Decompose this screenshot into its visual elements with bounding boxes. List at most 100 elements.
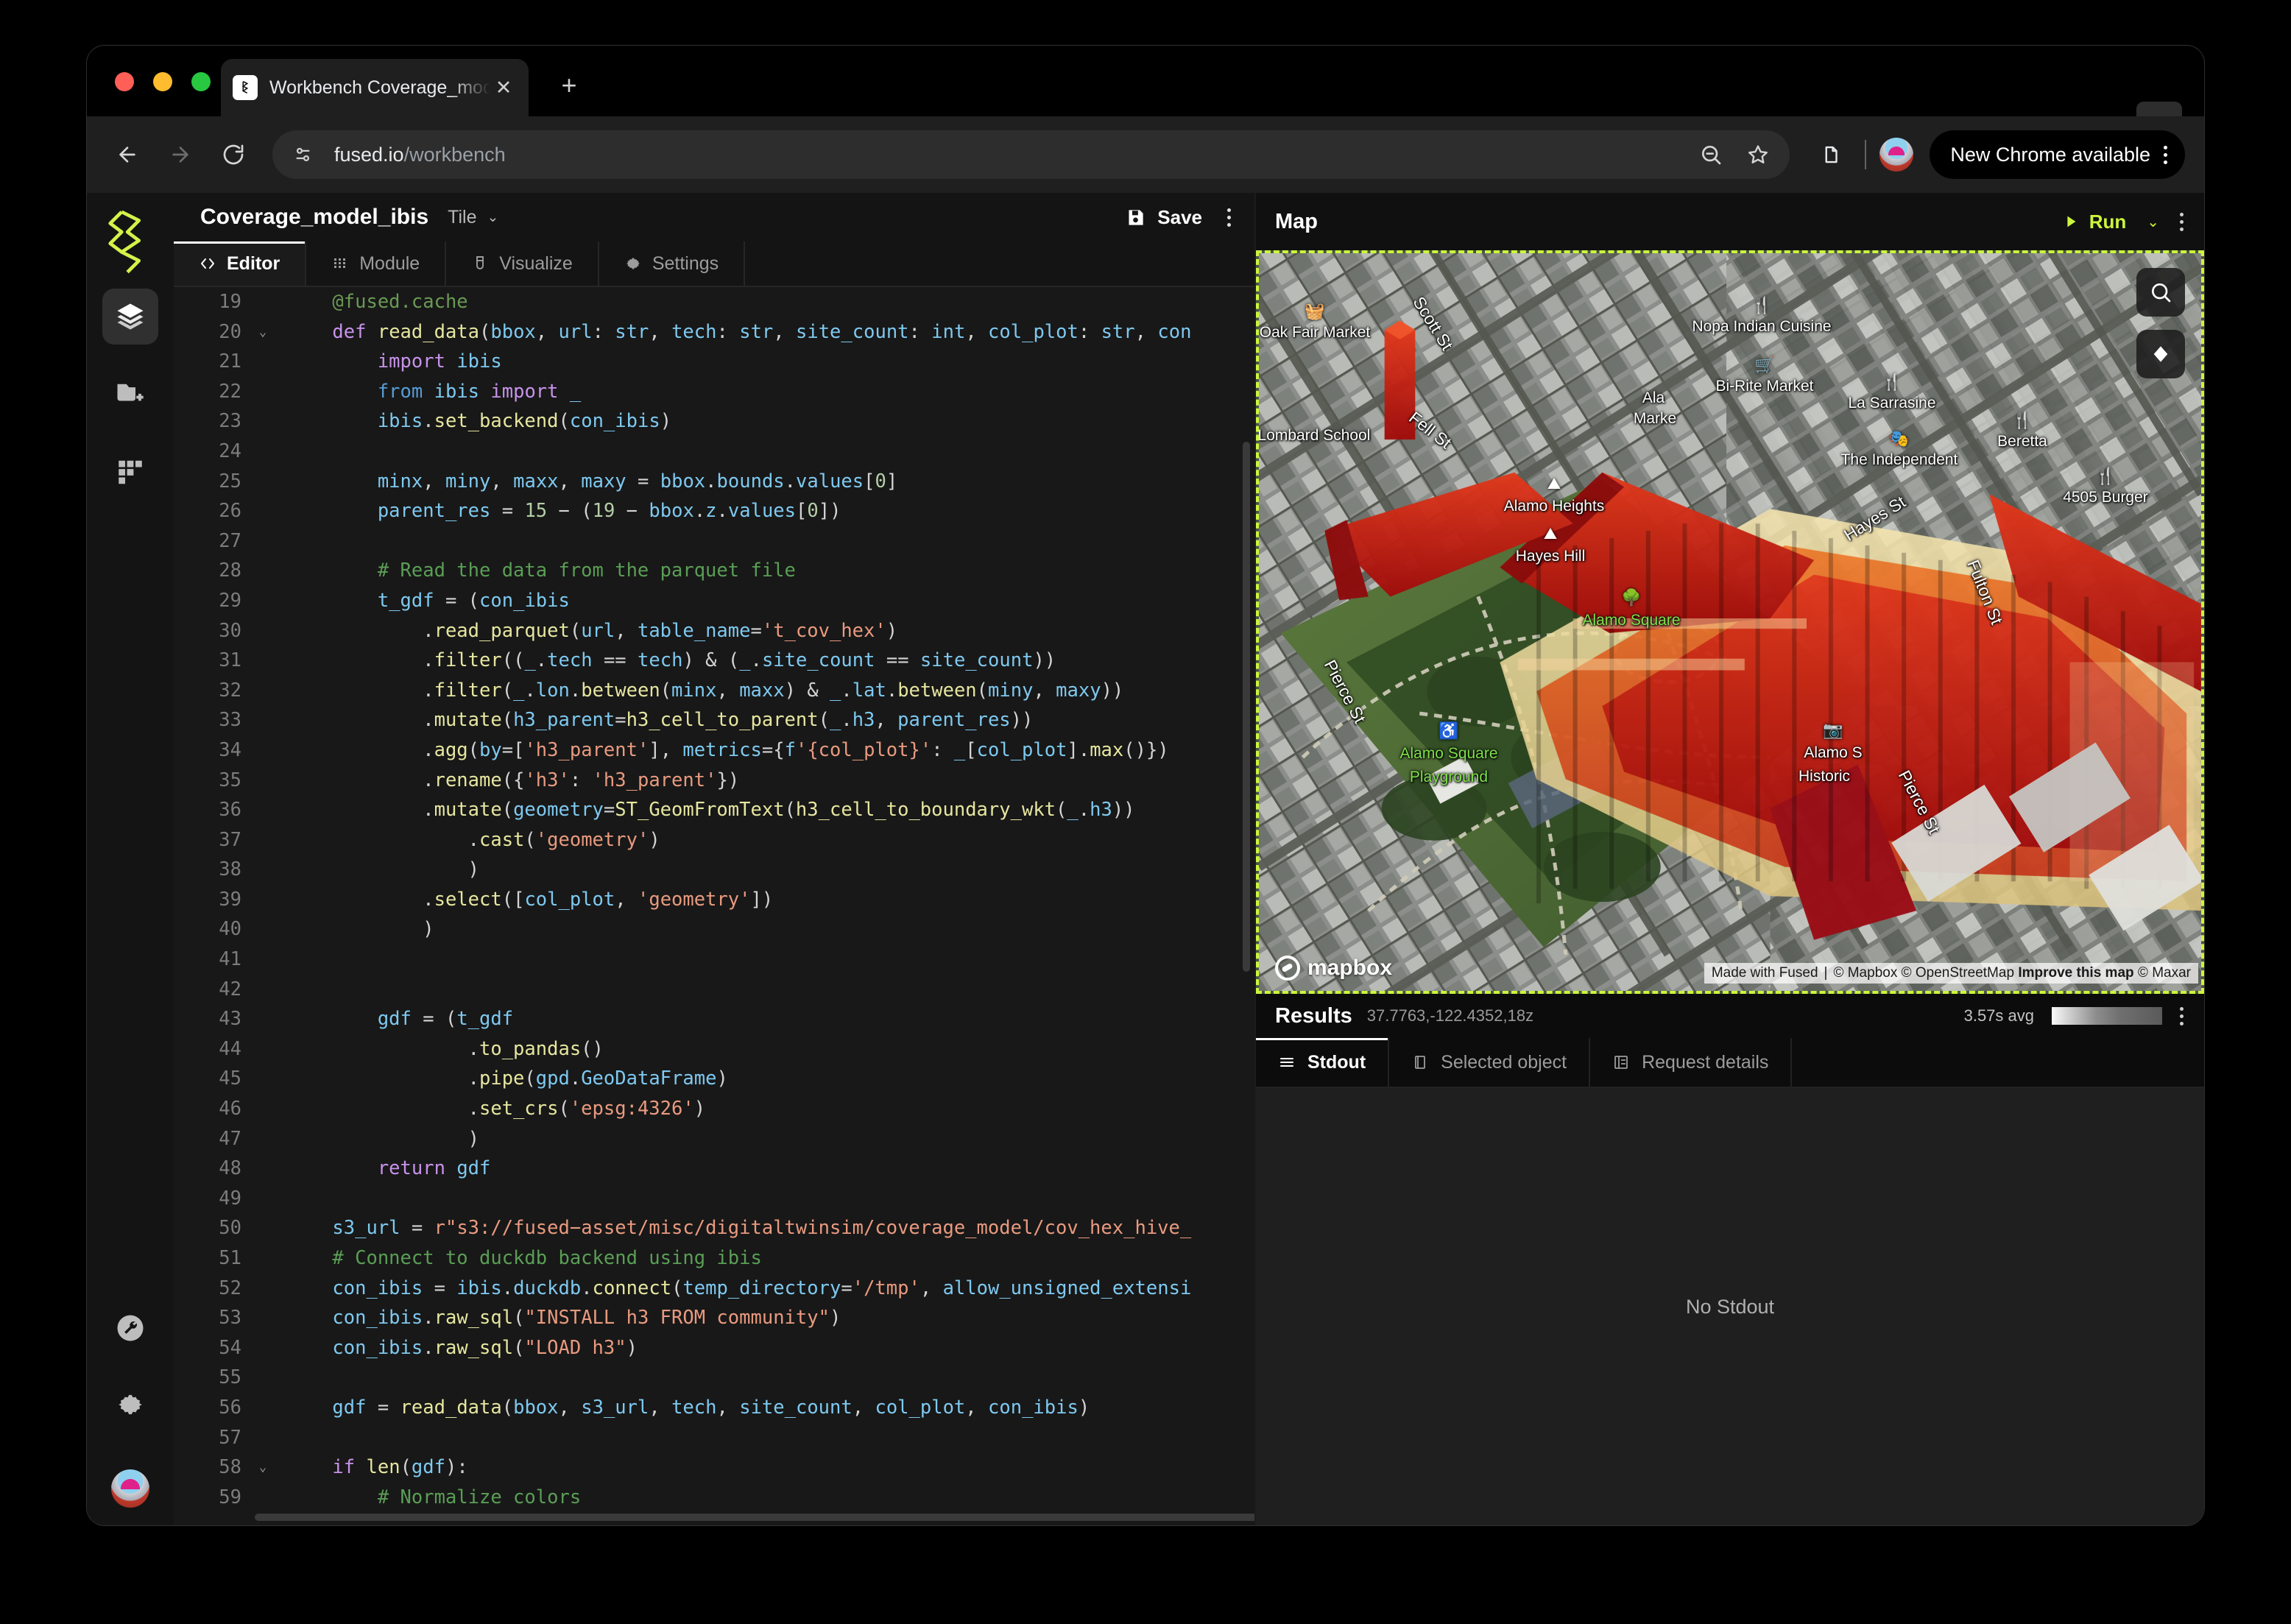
code-line[interactable]: 28 # Read the data from the parquet file xyxy=(174,556,1254,586)
maximize-window-button[interactable] xyxy=(191,72,211,91)
code-line[interactable]: 38 ) xyxy=(174,855,1254,885)
code-line[interactable]: 58 ⌄ if len(gdf): xyxy=(174,1452,1254,1483)
code-content[interactable]: 19 @fused.cache 20 ⌄ def read_data(bbox, u… xyxy=(174,287,1254,1525)
address-bar[interactable]: fused.io/workbench xyxy=(272,130,1790,179)
code-line[interactable]: 45 .pipe(gpd.GeoDataFrame) xyxy=(174,1064,1254,1094)
profile-avatar[interactable] xyxy=(1879,138,1914,172)
code-line[interactable]: 20 ⌄ def read_data(bbox, url: str, tech: … xyxy=(174,317,1254,347)
tab-request-details[interactable]: Request details xyxy=(1590,1038,1793,1087)
minimize-window-button[interactable] xyxy=(153,72,172,91)
code-line-number: 30 xyxy=(219,619,241,642)
code-line[interactable]: 31 .filter((_.tech == tech) & (_.site_co… xyxy=(174,646,1254,676)
code-line[interactable]: 22 from ibis import _ xyxy=(174,377,1254,407)
code-fold-toggle-icon[interactable]: ⌄ xyxy=(253,1452,272,1483)
code-line[interactable]: 53 con_ibis.raw_sql("INSTALL h3 FROM com… xyxy=(174,1303,1254,1333)
tab-stdout[interactable]: Stdout xyxy=(1256,1038,1390,1087)
map-layers-button[interactable] xyxy=(2136,330,2185,378)
tab-editor[interactable]: Editor xyxy=(174,241,307,286)
code-line[interactable]: 21 import ibis xyxy=(174,347,1254,377)
code-line[interactable]: 39 .select([col_plot, 'geometry']) xyxy=(174,885,1254,915)
code-line[interactable]: 46 .set_crs('epsg:4326') xyxy=(174,1094,1254,1124)
tab-module[interactable]: Module xyxy=(306,241,447,286)
attribution-osm[interactable]: © OpenStreetMap xyxy=(1902,965,2014,981)
site-settings-icon[interactable] xyxy=(284,136,321,173)
map-panel-title: Map xyxy=(1275,209,1318,233)
map-coordinates: 37.7763,-122.4352,18z xyxy=(1366,1006,1534,1025)
code-line[interactable]: 27 xyxy=(174,526,1254,557)
code-line[interactable]: 52 con_ibis = ibis.duckdb.connect(temp_d… xyxy=(174,1274,1254,1304)
code-line[interactable]: 50 s3_url = r"s3://fused−asset/misc/digi… xyxy=(174,1213,1254,1243)
code-line[interactable]: 23 ibis.set_backend(con_ibis) xyxy=(174,406,1254,437)
bookmark-star-icon[interactable] xyxy=(1737,133,1779,176)
zoom-out-icon[interactable] xyxy=(1690,133,1732,176)
code-line[interactable]: 30 .read_parquet(url, table_name='t_cov_… xyxy=(174,616,1254,646)
editor-header: Coverage_model_ibis Tile ⌄ Save xyxy=(174,193,1254,241)
code-line[interactable]: 29 t_gdf = (con_ibis xyxy=(174,586,1254,616)
extensions-icon[interactable] xyxy=(1810,134,1851,175)
code-line[interactable]: 35 .rename({'h3': 'h3_parent'}) xyxy=(174,766,1254,796)
code-fold-toggle-icon xyxy=(253,1124,272,1154)
save-button[interactable]: Save xyxy=(1126,206,1202,229)
code-line[interactable]: 59 # Normalize colors xyxy=(174,1483,1254,1513)
map-search-button[interactable] xyxy=(2136,268,2185,317)
chevron-down-icon[interactable]: ⌄ xyxy=(487,209,498,226)
code-line-number: 24 xyxy=(219,439,241,462)
sidebar-item-tools[interactable] xyxy=(102,1300,158,1356)
code-line[interactable]: 32 .filter(_.lon.between(minx, maxx) & _… xyxy=(174,676,1254,706)
editor-more-menu-icon[interactable] xyxy=(1227,208,1231,227)
attribution-improve-map[interactable]: Improve this map xyxy=(2018,965,2133,981)
code-line[interactable]: 57 xyxy=(174,1423,1254,1453)
map-viewport[interactable]: Scott St Fell St Pierce St Hayes St Fult… xyxy=(1256,250,2204,994)
code-line[interactable]: 51 # Connect to duckdb backend using ibi… xyxy=(174,1243,1254,1274)
code-line[interactable]: 34 .agg(by=['h3_parent'], metrics={f'{co… xyxy=(174,735,1254,766)
run-chevron-down-icon[interactable]: ⌄ xyxy=(2147,213,2159,231)
new-chrome-available-button[interactable]: New Chrome available xyxy=(1930,130,2185,179)
code-line[interactable]: 25 minx, miny, maxx, maxy = bbox.bounds.… xyxy=(174,467,1254,497)
sidebar-item-layers[interactable] xyxy=(102,289,158,345)
code-line[interactable]: 56 gdf = read_data(bbox, s3_url, tech, s… xyxy=(174,1393,1254,1423)
code-line[interactable]: 48 return gdf xyxy=(174,1154,1254,1184)
code-line[interactable]: 49 xyxy=(174,1184,1254,1214)
tab-settings[interactable]: Settings xyxy=(599,241,746,286)
code-line[interactable]: 24 xyxy=(174,437,1254,467)
code-line[interactable]: 26 parent_res = 15 − (19 − bbox.z.values… xyxy=(174,496,1254,526)
code-line[interactable]: 19 @fused.cache xyxy=(174,287,1254,317)
map-more-menu-icon[interactable] xyxy=(2180,212,2184,231)
new-tab-button[interactable]: + xyxy=(552,71,586,105)
code-line-number: 40 xyxy=(219,918,241,941)
forward-button[interactable] xyxy=(159,133,202,176)
results-more-menu-icon[interactable] xyxy=(2180,1006,2184,1025)
attribution-mapbox[interactable]: © Mapbox xyxy=(1833,965,1897,981)
code-line[interactable]: 43 gdf = (t_gdf xyxy=(174,1004,1254,1034)
run-button[interactable]: Run xyxy=(2063,211,2126,233)
back-button[interactable] xyxy=(106,133,149,176)
code-line[interactable]: 47 ) xyxy=(174,1124,1254,1154)
code-line[interactable]: 44 .to_pandas() xyxy=(174,1034,1254,1065)
close-tab-button[interactable]: ✕ xyxy=(490,74,517,101)
code-horizontal-scrollbar[interactable] xyxy=(255,1514,1254,1521)
code-vertical-scrollbar[interactable] xyxy=(1243,442,1250,972)
sidebar-item-new-folder[interactable] xyxy=(102,365,158,421)
code-fold-toggle-icon[interactable]: ⌄ xyxy=(253,317,272,347)
code-line[interactable]: 40 ) xyxy=(174,914,1254,945)
mapbox-logo[interactable]: mapbox xyxy=(1275,956,1392,981)
code-line[interactable]: 37 .cast('geometry') xyxy=(174,825,1254,855)
sidebar-item-blocks[interactable] xyxy=(102,442,158,498)
chrome-menu-icon[interactable] xyxy=(2164,145,2167,164)
code-line[interactable]: 42 xyxy=(174,975,1254,1005)
sidebar-item-settings[interactable] xyxy=(102,1377,158,1433)
code-line[interactable]: 33 .mutate(h3_parent=h3_cell_to_parent(_… xyxy=(174,705,1254,735)
browser-tab[interactable]: Workbench Coverage_model_ ✕ xyxy=(221,59,529,116)
reload-button[interactable] xyxy=(212,133,255,176)
tab-visualize[interactable]: Visualize xyxy=(446,241,599,286)
tab-selected-object[interactable]: Selected object xyxy=(1389,1038,1591,1087)
code-line[interactable]: 55 xyxy=(174,1363,1254,1393)
code-line[interactable]: 41 xyxy=(174,945,1254,975)
code-line[interactable]: 54 con_ibis.raw_sql("LOAD h3") xyxy=(174,1333,1254,1363)
close-window-button[interactable] xyxy=(115,72,134,91)
code-line[interactable]: 36 .mutate(geometry=ST_GeomFromText(h3_c… xyxy=(174,795,1254,825)
sidebar-item-account-avatar[interactable] xyxy=(111,1469,149,1508)
doc-type-label[interactable]: Tile xyxy=(448,207,476,228)
code-editor[interactable]: 19 @fused.cache 20 ⌄ def read_data(bbox, u… xyxy=(174,287,1254,1525)
